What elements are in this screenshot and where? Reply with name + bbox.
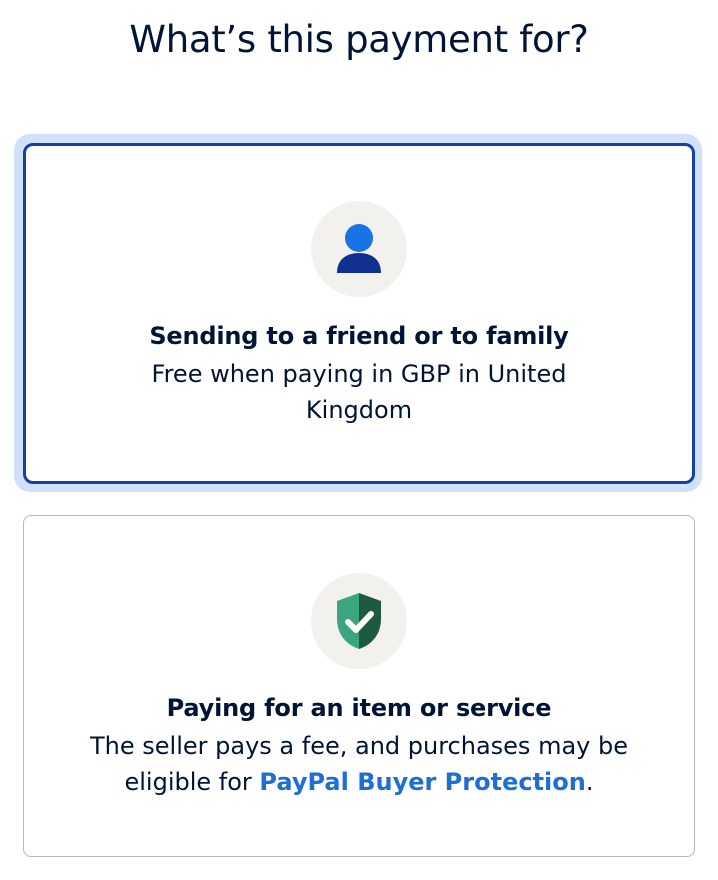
option-card-friends-family[interactable]: Sending to a friend or to family Free wh… — [23, 143, 695, 484]
shield-icon-circle — [311, 573, 407, 669]
option-title: Sending to a friend or to family — [149, 322, 569, 350]
option-card-item-service[interactable]: Paying for an item or service The seller… — [23, 515, 695, 857]
option-description: Free when paying in GBP in United Kingdo… — [151, 360, 567, 424]
option-title: Paying for an item or service — [166, 694, 552, 722]
shield-check-icon — [337, 593, 381, 649]
buyer-protection-link[interactable]: PayPal Buyer Protection — [259, 768, 585, 796]
option-description: The seller pays a fee, and purchases may… — [89, 728, 629, 800]
person-icon-circle — [311, 201, 407, 297]
person-icon — [337, 224, 381, 273]
description-period: . — [585, 768, 594, 796]
page-title: What’s this payment for? — [129, 18, 589, 61]
